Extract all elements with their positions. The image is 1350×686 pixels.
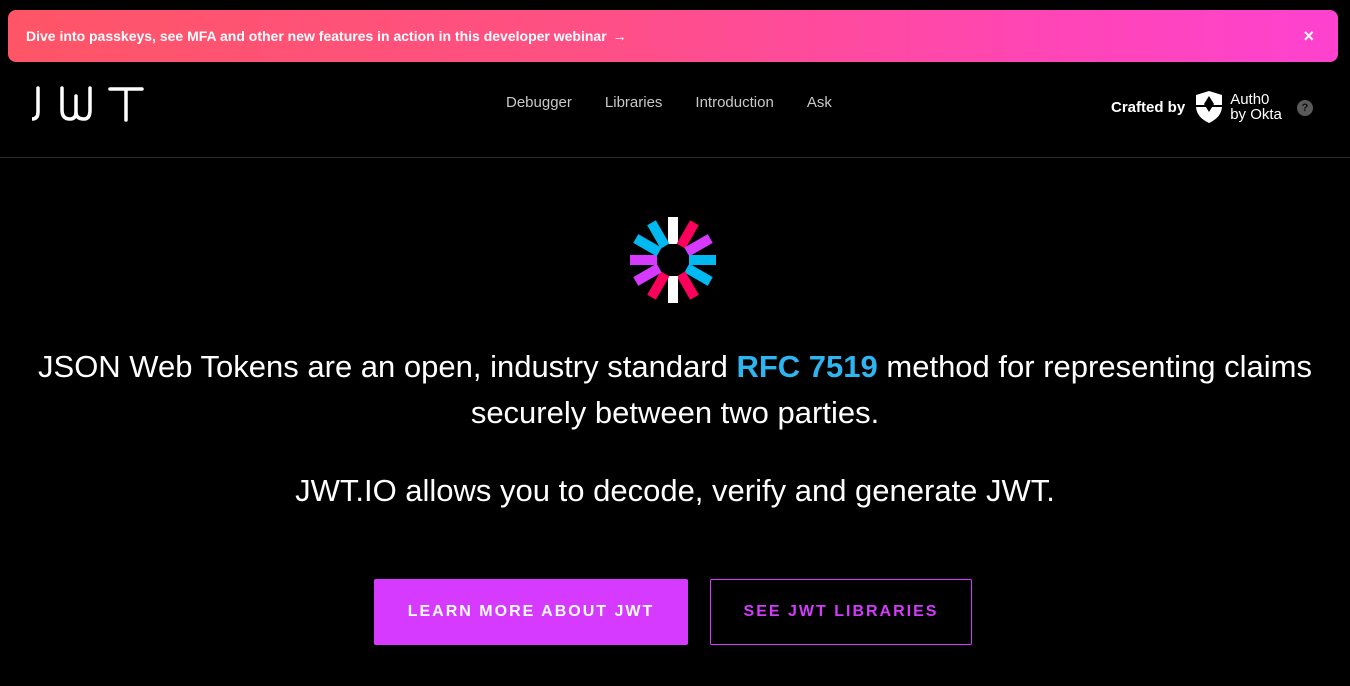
hero-subline: JWT.IO allows you to decode, verify and … [295,473,1055,508]
banner-text: Dive into passkeys, see MFA and other ne… [26,28,607,44]
promo-banner: Dive into passkeys, see MFA and other ne… [8,10,1338,62]
auth0-line2: by Okta [1230,106,1282,123]
crafted-by-label: Crafted by [1111,98,1186,116]
webinar-link[interactable]: Dive into passkeys, see MFA and other ne… [26,28,627,44]
jwt-wordmark-icon [30,86,144,122]
nav-libraries[interactable]: Libraries [605,94,663,111]
crafted-by: Crafted by Auth0 by Okta [1111,90,1282,124]
nav-introduction[interactable]: Introduction [695,94,773,111]
jwt-symbol-icon [627,215,719,310]
rfc-7519-link[interactable]: RFC 7519 [736,349,877,384]
site-header: Debugger Libraries Introduction Ask Craf… [0,62,1350,158]
burst-ray [689,255,716,265]
auth0-logo[interactable]: Auth0 by Okta [1194,90,1282,124]
learn-more-button[interactable]: LEARN MORE ABOUT JWT [374,579,688,645]
auth0-line1: Auth0 [1230,91,1270,108]
hero-headline: JSON Web Tokens are an open, industry st… [30,344,1320,436]
nav-debugger[interactable]: Debugger [506,94,572,111]
jwt-burst-icon [630,217,716,303]
nav-ask[interactable]: Ask [807,94,832,111]
auth0-text: Auth0 by Okta [1230,92,1282,122]
jwt-logo[interactable] [30,86,144,127]
burst-ray [630,255,657,265]
auth0-shield-icon [1196,91,1223,123]
burst-ray [668,217,678,244]
headline-text-start: JSON Web Tokens are an open, industry st… [38,349,737,384]
close-icon[interactable]: × [1297,25,1320,47]
see-libraries-button[interactable]: SEE JWT LIBRARIES [710,579,972,645]
arrow-right-icon: → [612,28,627,44]
burst-ray [668,276,678,303]
main-nav: Debugger Libraries Introduction Ask [506,94,832,111]
help-icon[interactable]: ? [1297,100,1313,116]
